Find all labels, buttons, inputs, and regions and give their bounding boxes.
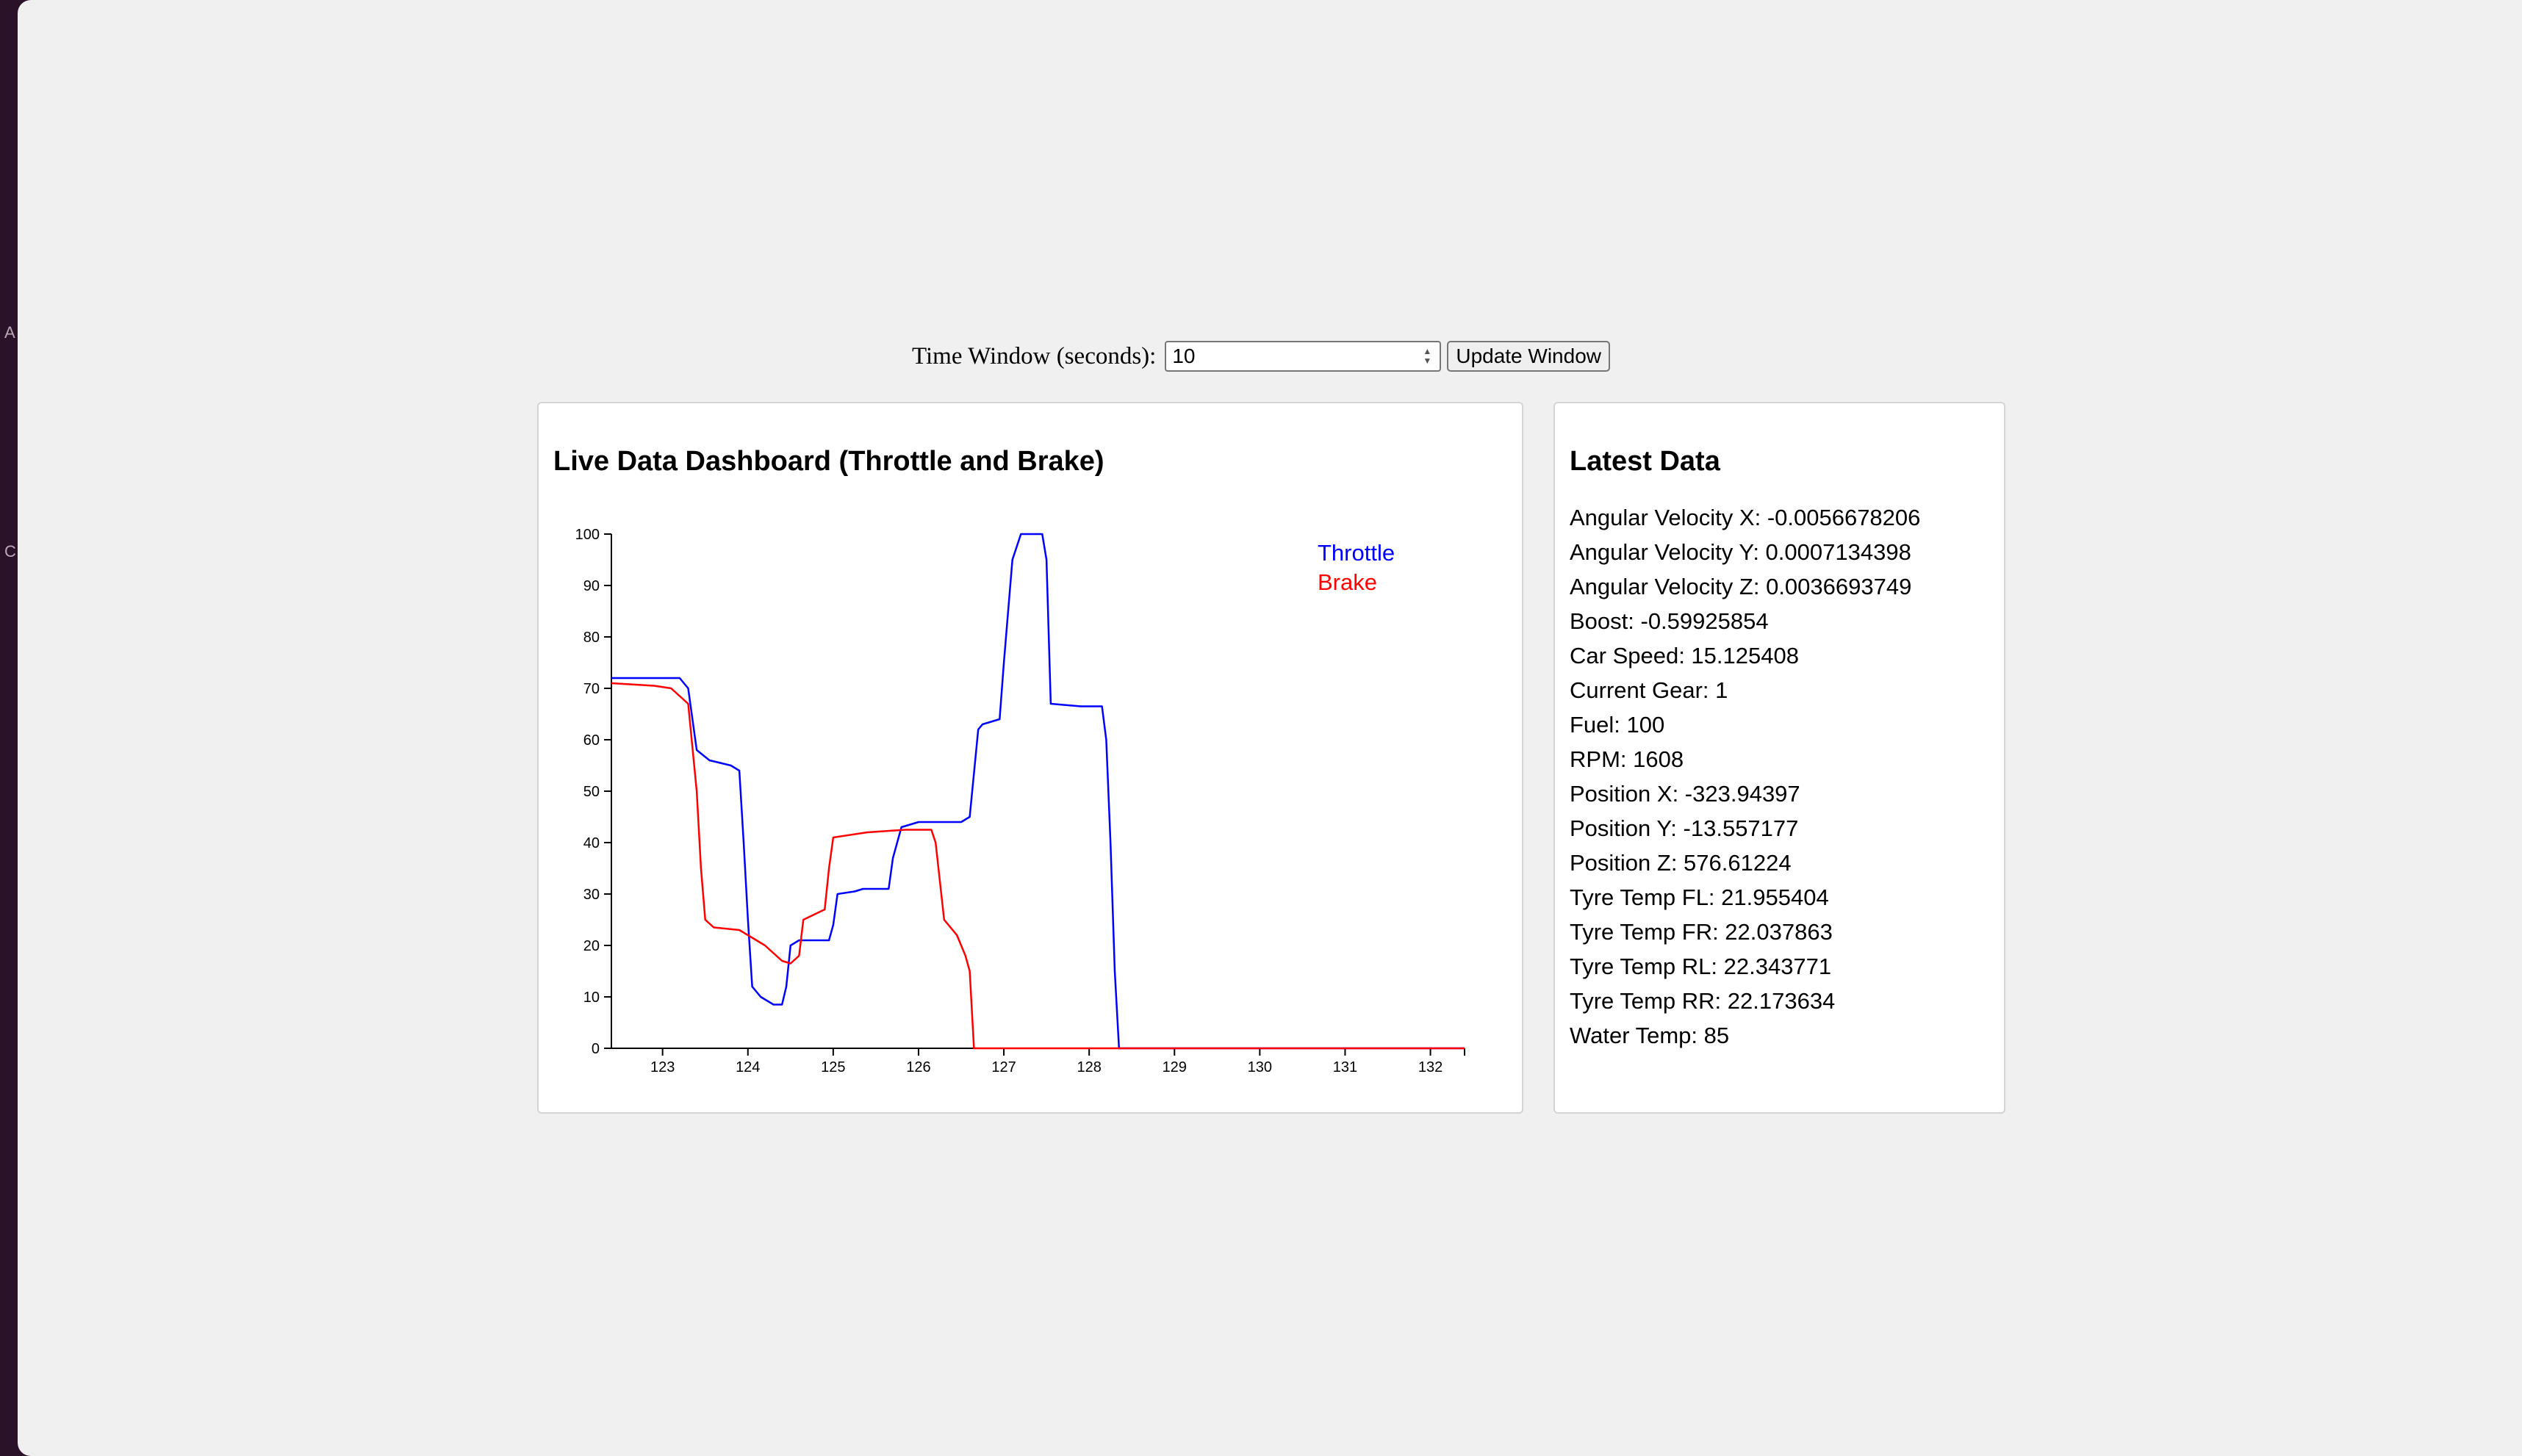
latest-data-list: Angular Velocity X: -0.0056678206 Angular… bbox=[1570, 500, 1920, 1053]
latest-data-item: Tyre Temp RR: 22.173634 bbox=[1570, 988, 1836, 1014]
y-tick-label: 40 bbox=[583, 835, 600, 851]
time-window-controls: Time Window (seconds): ▲ ▼ Update Window bbox=[0, 338, 2522, 375]
y-tick-label: 70 bbox=[583, 681, 600, 697]
latest-data-item: RPM: 1608 bbox=[1570, 746, 1684, 772]
latest-data-panel: Latest Data Angular Velocity X: -0.00566… bbox=[1553, 402, 2005, 1114]
latest-data-item: Fuel: 100 bbox=[1570, 712, 1665, 738]
latest-data-item: Current Gear: 1 bbox=[1570, 677, 1728, 703]
latest-data-item: Car Speed: 15.125408 bbox=[1570, 643, 1799, 668]
y-tick-label: 100 bbox=[575, 527, 600, 543]
x-tick-label: 124 bbox=[736, 1059, 760, 1075]
latest-data-item: Boost: -0.59925854 bbox=[1570, 608, 1769, 634]
edge-glyph-a: A bbox=[4, 323, 15, 342]
number-stepper-icon[interactable]: ▲ ▼ bbox=[1419, 344, 1435, 369]
latest-data-item: Water Temp: 85 bbox=[1570, 1023, 1730, 1048]
latest-data-item: Position Y: -13.557177 bbox=[1570, 815, 1799, 841]
latest-data-item: Tyre Temp FR: 22.037863 bbox=[1570, 919, 1833, 945]
legend-item-throttle: Throttle bbox=[1318, 540, 1395, 566]
latest-data-item: Position Z: 576.61224 bbox=[1570, 850, 1792, 876]
time-window-input[interactable]: ▲ ▼ bbox=[1165, 341, 1442, 372]
y-tick-label: 0 bbox=[592, 1041, 600, 1057]
y-tick-label: 50 bbox=[583, 784, 600, 800]
x-tick-label: 126 bbox=[906, 1059, 930, 1075]
x-tick-label: 130 bbox=[1248, 1059, 1272, 1075]
stepper-down-icon[interactable]: ▼ bbox=[1423, 356, 1431, 366]
browser-viewport: Time Window (seconds): ▲ ▼ Update Window… bbox=[18, 0, 2522, 1456]
x-tick-label: 129 bbox=[1163, 1059, 1187, 1075]
series-line-throttle bbox=[611, 533, 1465, 1050]
y-tick-label: 10 bbox=[583, 990, 600, 1006]
latest-data-item: Angular Velocity Y: 0.0007134398 bbox=[1570, 539, 1911, 565]
y-tick-label: 90 bbox=[583, 578, 600, 594]
latest-data-item: Position X: -323.94397 bbox=[1570, 781, 1800, 807]
time-window-label: Time Window (seconds): bbox=[912, 342, 1157, 370]
y-tick-label: 80 bbox=[583, 630, 600, 646]
series-line-brake bbox=[611, 682, 1465, 1050]
latest-data-title: Latest Data bbox=[1570, 446, 1720, 477]
x-tick-label: 131 bbox=[1333, 1059, 1357, 1075]
x-tick-label: 125 bbox=[821, 1059, 845, 1075]
y-tick-label: 60 bbox=[583, 732, 600, 749]
x-tick-label: 132 bbox=[1418, 1059, 1443, 1075]
y-tick-label: 30 bbox=[583, 887, 600, 903]
latest-data-item: Tyre Temp RL: 22.343771 bbox=[1570, 954, 1832, 979]
throttle-brake-chart: 0 10 20 30 40 50 60 70 80 90 100 123 124 125 126 127 128… bbox=[575, 527, 1465, 1075]
x-tick-label: 123 bbox=[650, 1059, 675, 1075]
edge-glyph-c: C bbox=[4, 542, 16, 561]
chart-panel: Live Data Dashboard (Throttle and Brake)… bbox=[537, 402, 1523, 1114]
y-tick-label: 20 bbox=[583, 938, 600, 954]
legend-item-brake: Brake bbox=[1318, 569, 1377, 595]
latest-data-item: Angular Velocity Z: 0.0036693749 bbox=[1570, 574, 1912, 599]
latest-data-item: Angular Velocity X: -0.0056678206 bbox=[1570, 505, 1921, 530]
x-tick-label: 128 bbox=[1077, 1059, 1101, 1075]
time-window-field[interactable] bbox=[1166, 342, 1421, 370]
x-tick-label: 127 bbox=[991, 1059, 1016, 1075]
update-window-button[interactable]: Update Window bbox=[1447, 341, 1610, 372]
latest-data-item: Tyre Temp FL: 21.955404 bbox=[1570, 884, 1829, 910]
